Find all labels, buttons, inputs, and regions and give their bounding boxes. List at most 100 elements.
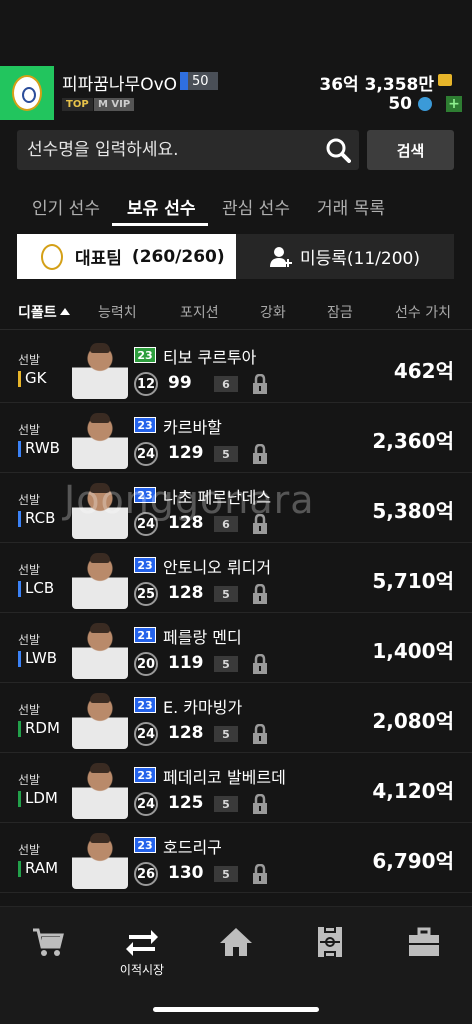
sort-enhance[interactable]: 강화	[260, 302, 286, 322]
add-points-button[interactable]: +	[446, 96, 462, 112]
nav-inventory[interactable]	[394, 925, 454, 959]
player-value: 5,710억	[372, 569, 454, 593]
player-list: 선발 GK 23 티보 쿠르투아 12 99 6 462억 선발 RWB 23 …	[0, 333, 472, 893]
top-badge: TOP	[62, 98, 93, 111]
sort-value[interactable]: 선수 가치	[395, 302, 451, 322]
player-position: RDM	[18, 719, 60, 737]
player-position: RAM	[18, 859, 58, 877]
grade-badge: 24	[134, 722, 158, 746]
sort-position[interactable]: 포지션	[180, 302, 219, 322]
player-value: 462억	[393, 359, 454, 383]
grade-badge: 25	[134, 582, 158, 606]
enhance-badge: 6	[214, 376, 238, 392]
home-icon	[220, 928, 252, 956]
player-status: 선발	[18, 843, 41, 857]
search-button[interactable]: 검색	[367, 130, 454, 170]
tab-bar: 인기 선수 보유 선수 관심 선수 거래 목록	[0, 180, 472, 228]
player-position: RCB	[18, 509, 55, 527]
player-row[interactable]: 선발 LCB 23 안토니오 뤼디거 25 128 5 5,710억	[0, 543, 472, 613]
transfer-icon	[126, 930, 158, 956]
unregistered-button[interactable]: 미등록(11/200)	[236, 234, 454, 279]
nickname: 피파꿈나무OvO	[62, 75, 178, 95]
player-overall: 128	[168, 513, 204, 533]
player-status: 선발	[18, 493, 41, 507]
player-row[interactable]: 선발 RWB 23 카르바할 24 129 5 2,360억	[0, 403, 472, 473]
player-position: LWB	[18, 649, 57, 667]
points-amount: 50	[388, 94, 412, 114]
enhance-badge: 5	[214, 656, 238, 672]
player-value: 1,400억	[372, 639, 454, 663]
player-row[interactable]: 선발 GK 23 티보 쿠르투아 12 99 6 462억	[0, 333, 472, 403]
grade-badge: 26	[134, 862, 158, 886]
player-overall: 130	[168, 863, 204, 883]
season-badge: 23	[134, 767, 156, 783]
money-amount: 36억 3,358만	[319, 75, 434, 95]
player-status: 선발	[18, 773, 41, 787]
lock-icon[interactable]	[252, 584, 268, 604]
lock-icon[interactable]	[252, 864, 268, 884]
player-row[interactable]: 선발 LDM 23 페데리코 발베르데 24 125 5 4,120억	[0, 753, 472, 823]
season-badge: 21	[134, 627, 156, 643]
player-status: 선발	[18, 633, 41, 647]
player-value: 2,080억	[372, 709, 454, 733]
player-name: 티보 쿠르투아	[163, 348, 257, 367]
enhance-badge: 5	[214, 446, 238, 462]
player-portrait	[72, 831, 128, 889]
player-portrait	[72, 691, 128, 749]
briefcase-icon	[409, 927, 439, 956]
nav-home[interactable]	[206, 925, 266, 959]
player-value: 6,790억	[372, 849, 454, 873]
enhance-badge: 5	[214, 586, 238, 602]
points-icon	[418, 97, 432, 111]
tab-favorite-players[interactable]: 관심 선수	[222, 194, 290, 219]
vip-badge: M VIP	[94, 98, 135, 111]
lock-icon[interactable]	[252, 724, 268, 744]
player-status: 선발	[18, 703, 41, 717]
sort-default[interactable]: 디폴트	[18, 302, 70, 322]
tab-owned-players[interactable]: 보유 선수	[127, 194, 195, 219]
profile-header: 피파꿈나무OvO 50 TOP M VIP 36억 3,358만 50 +	[0, 62, 472, 122]
main-squad-button[interactable]: 대표팀 (260/260)	[17, 234, 236, 279]
lock-icon[interactable]	[252, 374, 268, 394]
lock-icon[interactable]	[252, 654, 268, 674]
player-name: E. 카마빙가	[163, 698, 243, 717]
player-row[interactable]: 선발 RAM 23 호드리구 26 130 5 6,790억	[0, 823, 472, 893]
main-squad-label: 대표팀	[75, 249, 122, 269]
player-row[interactable]: 선발 RDM 23 E. 카마빙가 24 128 5 2,080억	[0, 683, 472, 753]
main-squad-count: (260/260)	[131, 246, 225, 267]
lock-icon[interactable]	[252, 444, 268, 464]
grade-badge: 20	[134, 652, 158, 676]
search-icon[interactable]	[325, 137, 351, 163]
sort-ability[interactable]: 능력치	[98, 302, 137, 322]
tab-trade-list[interactable]: 거래 목록	[317, 194, 385, 219]
nav-shop[interactable]	[18, 925, 78, 959]
club-crest-icon[interactable]	[0, 66, 54, 120]
grade-badge: 12	[134, 372, 158, 396]
player-position: LDM	[18, 789, 58, 807]
active-tab-indicator	[112, 223, 208, 226]
player-portrait	[72, 341, 128, 399]
player-row[interactable]: 선발 LWB 21 페를랑 멘디 20 119 5 1,400억	[0, 613, 472, 683]
season-badge: 23	[134, 417, 156, 433]
player-portrait	[72, 621, 128, 679]
nav-transfer-market[interactable]: 이적시장	[112, 925, 172, 978]
lock-icon[interactable]	[252, 794, 268, 814]
player-position: LCB	[18, 579, 54, 597]
squad-segment: 대표팀 (260/260) 미등록(11/200)	[17, 234, 454, 279]
player-row[interactable]: 선발 RCB 23 나초 페르난데스 24 128 6 5,380억	[0, 473, 472, 543]
lock-icon[interactable]	[252, 514, 268, 534]
player-overall: 128	[168, 723, 204, 743]
tab-popular-players[interactable]: 인기 선수	[32, 194, 100, 219]
sort-asc-icon	[59, 308, 70, 315]
search-input[interactable]	[27, 140, 317, 160]
season-badge: 23	[134, 837, 156, 853]
nav-squad[interactable]	[300, 925, 360, 959]
nav-transfer-label: 이적시장	[119, 963, 165, 977]
sort-lock[interactable]: 잠금	[327, 302, 353, 322]
player-name: 호드리구	[163, 838, 222, 857]
level-badge: 50	[180, 72, 218, 90]
grade-badge: 24	[134, 442, 158, 466]
player-status: 선발	[18, 353, 41, 367]
season-badge: 23	[134, 347, 156, 363]
unregistered-label: 미등록(11/200)	[300, 249, 420, 269]
